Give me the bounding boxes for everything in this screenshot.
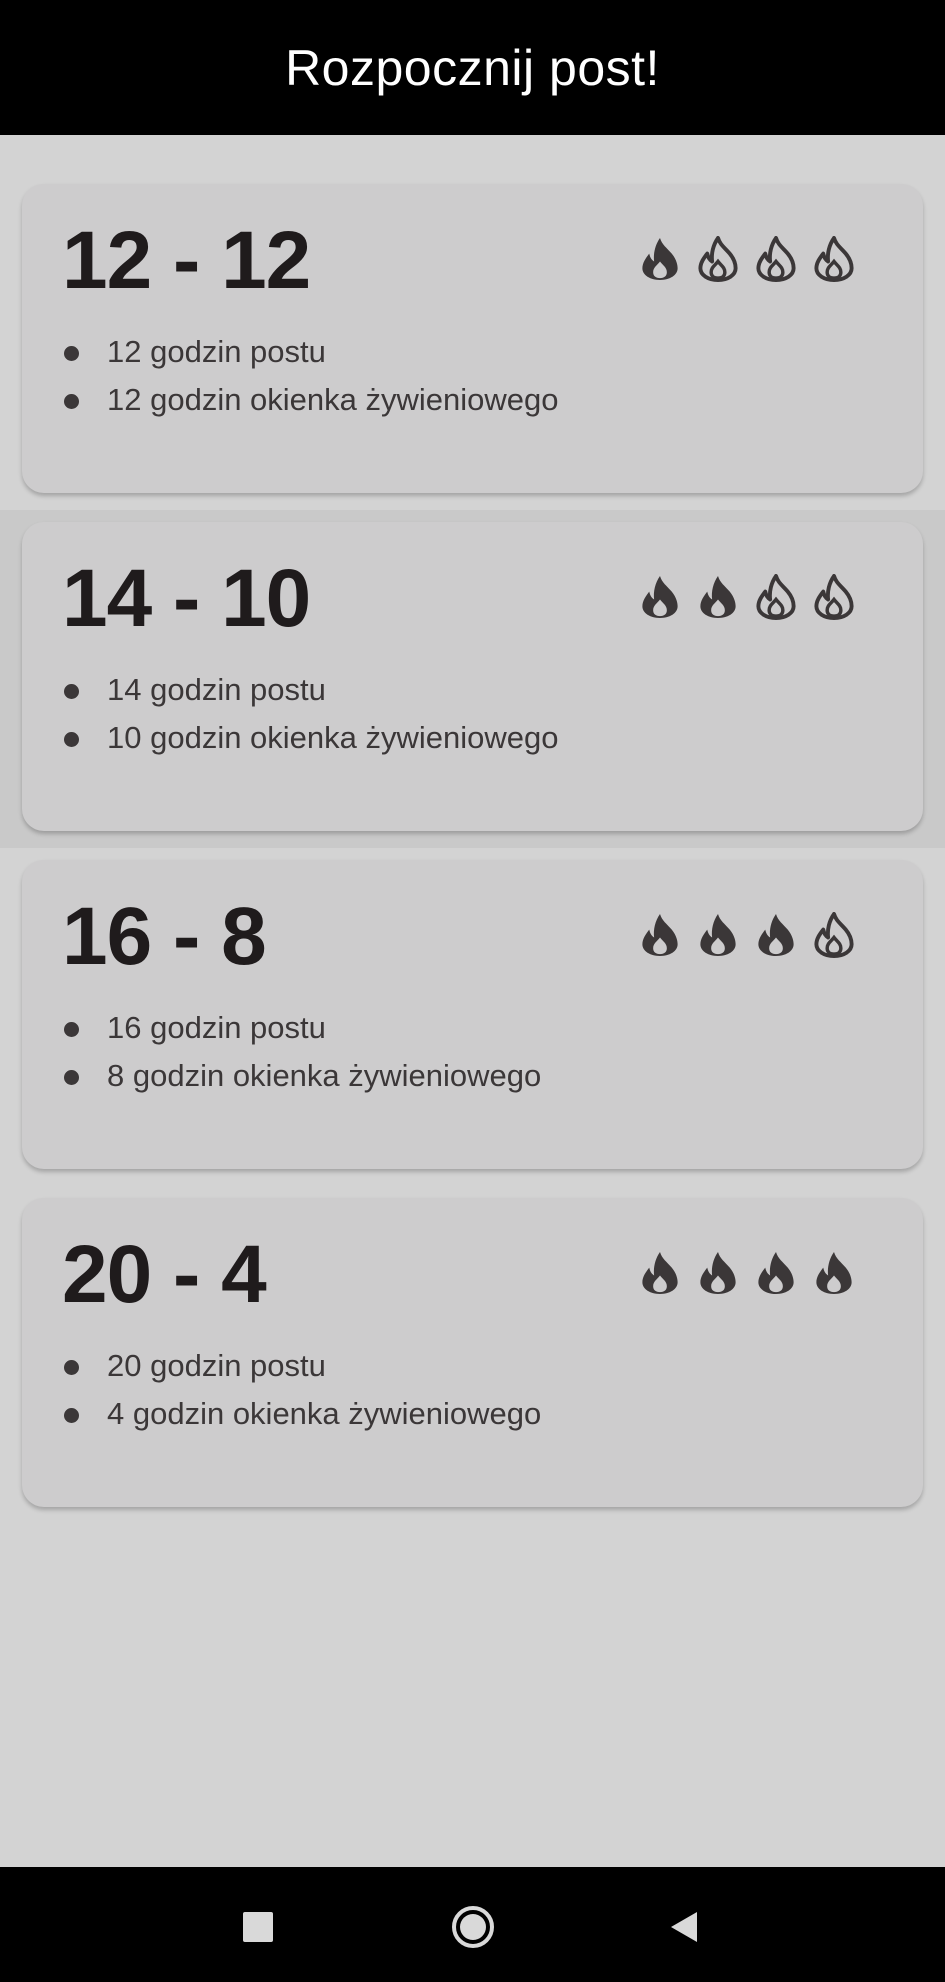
flame-outline-icon (698, 236, 738, 282)
flame-filled-icon (816, 1251, 852, 1295)
plan-details: 12 godzin postu 12 godzin okienka żywien… (62, 328, 559, 424)
flame-filled-icon (642, 575, 678, 619)
eating-window-hours: 4 godzin okienka żywieniowego (62, 1390, 541, 1438)
intensity-flames (640, 574, 854, 620)
plan-details: 20 godzin postu 4 godzin okienka żywieni… (62, 1342, 541, 1438)
recent-apps-icon[interactable] (228, 1897, 288, 1957)
plan-title: 16 - 8 (62, 891, 267, 982)
plan-card-20-4[interactable]: 20 - 4 20 godzin postu 4 godzin okienka … (22, 1198, 923, 1507)
flame-filled-icon (758, 1251, 794, 1295)
flame-outline-icon (814, 912, 854, 958)
flame-filled-icon (700, 575, 736, 619)
page-title: Rozpocznij post! (285, 39, 660, 96)
fasting-hours: 14 godzin postu (62, 666, 559, 714)
plan-card-16-8[interactable]: 16 - 8 16 godzin postu 8 godzin okienka … (22, 860, 923, 1169)
plan-title: 14 - 10 (62, 553, 311, 644)
intensity-flames (640, 912, 854, 958)
fasting-hours: 20 godzin postu (62, 1342, 541, 1390)
plan-title: 20 - 4 (62, 1229, 267, 1320)
system-nav-bar (0, 1867, 945, 1982)
eating-window-hours: 8 godzin okienka żywieniowego (62, 1052, 541, 1100)
home-icon[interactable] (443, 1897, 503, 1957)
intensity-flames (640, 1250, 854, 1296)
flame-filled-icon (700, 913, 736, 957)
plan-card-14-10[interactable]: 14 - 10 14 godzin postu 10 godzin okienk… (22, 522, 923, 831)
flame-filled-icon (700, 1251, 736, 1295)
plan-list: 12 - 12 12 godzin postu 12 godzin okienk… (0, 135, 945, 1867)
flame-filled-icon (642, 1251, 678, 1295)
fasting-hours: 12 godzin postu (62, 328, 559, 376)
flame-filled-icon (758, 913, 794, 957)
flame-filled-icon (642, 237, 678, 281)
flame-outline-icon (756, 574, 796, 620)
flame-outline-icon (814, 236, 854, 282)
plan-title: 12 - 12 (62, 215, 311, 306)
flame-outline-icon (756, 236, 796, 282)
flame-outline-icon (814, 574, 854, 620)
plan-details: 14 godzin postu 10 godzin okienka żywien… (62, 666, 559, 762)
eating-window-hours: 10 godzin okienka żywieniowego (62, 714, 559, 762)
eating-window-hours: 12 godzin okienka żywieniowego (62, 376, 559, 424)
fasting-hours: 16 godzin postu (62, 1004, 541, 1052)
plan-details: 16 godzin postu 8 godzin okienka żywieni… (62, 1004, 541, 1100)
app-header: Rozpocznij post! (0, 0, 945, 135)
back-icon[interactable] (654, 1897, 714, 1957)
plan-card-12-12[interactable]: 12 - 12 12 godzin postu 12 godzin okienk… (22, 184, 923, 493)
intensity-flames (640, 236, 854, 282)
flame-filled-icon (642, 913, 678, 957)
